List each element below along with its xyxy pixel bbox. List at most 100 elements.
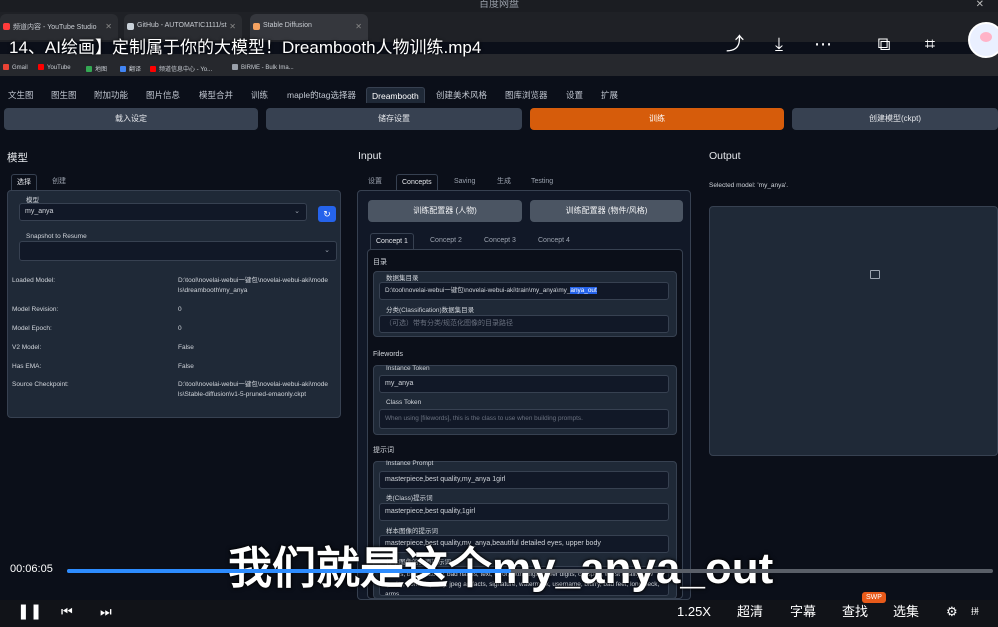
output-image-area bbox=[709, 206, 998, 456]
info-key-model-revision: Model Revision: bbox=[12, 306, 59, 313]
tab-extras[interactable]: 附加功能 bbox=[94, 87, 128, 103]
instance-prompt-label: Instance Prompt bbox=[386, 460, 434, 467]
class-dir-placeholder: （可选）带有分类/规范化图像的目录路径 bbox=[385, 320, 513, 327]
tab-create-aesthetic[interactable]: 创建美术风格 bbox=[436, 87, 487, 103]
tab-png-info[interactable]: 图片信息 bbox=[146, 87, 180, 103]
tab-select[interactable]: 选择 bbox=[11, 174, 37, 190]
bookmark-label: 频道信息中心 - Yo... bbox=[159, 67, 213, 73]
bookmark-channel-dashboard[interactable]: 频道信息中心 - Yo... bbox=[150, 64, 212, 73]
bookmark-gmail[interactable]: Gmail bbox=[3, 64, 28, 71]
window-title-text: 百度网盘 bbox=[479, 0, 519, 10]
class-token-input[interactable]: When using [filewords], this is the clas… bbox=[379, 409, 669, 429]
crop-icon[interactable]: ⌗ bbox=[919, 33, 941, 55]
bookmark-birme[interactable]: BIRME - Bulk Ima... bbox=[232, 64, 294, 71]
wizard-person-button[interactable]: 训练配置器 (人物) bbox=[368, 200, 522, 222]
class-dir-input[interactable]: （可选）带有分类/规范化图像的目录路径 bbox=[379, 315, 669, 333]
episodes-button[interactable]: 选集 bbox=[893, 600, 919, 624]
tab-image-browser[interactable]: 图库浏览器 bbox=[505, 87, 548, 103]
refresh-icon[interactable]: ↻ bbox=[318, 206, 336, 222]
info-key-loaded-model: Loaded Model: bbox=[12, 277, 56, 284]
bookmark-maps[interactable]: 地图 bbox=[86, 64, 107, 73]
info-value-has-ema: False bbox=[178, 363, 194, 370]
tab-close-icon[interactable]: ✕ bbox=[355, 22, 362, 31]
speed-button[interactable]: 1.25X bbox=[677, 600, 711, 624]
player-window-title: 百度网盘 ✕ bbox=[0, 0, 998, 12]
tab-concept-2[interactable]: Concept 2 bbox=[430, 233, 462, 249]
tab-img2img[interactable]: 图生图 bbox=[51, 87, 77, 103]
instance-token-label: Instance Token bbox=[386, 365, 430, 372]
class-dir-label: 分类(Classification)数据集目录 bbox=[386, 307, 475, 314]
train-button[interactable]: 训练 bbox=[530, 108, 784, 130]
load-settings-button[interactable]: 载入设定 bbox=[4, 108, 258, 130]
pause-icon[interactable]: ❚❚ bbox=[17, 600, 42, 624]
app-main-tabs: 文生图 图生图 附加功能 图片信息 模型合并 训练 maple的tag选择器 D… bbox=[0, 84, 998, 104]
instance-token-input[interactable]: my_anya bbox=[379, 375, 669, 393]
tab-tag-selector[interactable]: maple的tag选择器 bbox=[287, 87, 356, 103]
class-token-label: Class Token bbox=[386, 399, 422, 406]
tab-create[interactable]: 创建 bbox=[52, 174, 66, 190]
tab-concepts[interactable]: Concepts bbox=[396, 174, 438, 190]
output-status: Selected model: 'my_anya'. bbox=[709, 182, 789, 189]
output-panel-title: Output bbox=[709, 150, 741, 162]
more-icon[interactable]: ⋯ bbox=[812, 33, 834, 55]
birme-icon bbox=[232, 64, 238, 70]
tab-generate[interactable]: 生成 bbox=[497, 174, 511, 190]
settings-icon[interactable]: ⚙ bbox=[946, 600, 958, 624]
bookmark-label: YouTube bbox=[47, 65, 71, 71]
tab-input-settings[interactable]: 设置 bbox=[368, 174, 382, 190]
current-time: 00:06:05 bbox=[10, 563, 53, 575]
window-close-icon[interactable]: ✕ bbox=[976, 0, 984, 10]
tab-concept-4[interactable]: Concept 4 bbox=[538, 233, 570, 249]
avatar[interactable] bbox=[968, 22, 998, 58]
class-token-placeholder: When using [filewords], this is the clas… bbox=[385, 415, 583, 422]
info-value-loaded-model: D:\tool\novelai-webui一键包\novelai-webui-a… bbox=[178, 277, 328, 294]
info-value-source-checkpoint: D:\tool\novelai-webui一键包\novelai-webui-a… bbox=[178, 381, 328, 398]
browser-tab-label: GitHub - AUTOMATIC1111/st bbox=[137, 22, 227, 29]
instance-prompt-value: masterpiece,best quality,my_anya 1girl bbox=[385, 476, 506, 483]
tab-settings[interactable]: 设置 bbox=[566, 87, 583, 103]
info-key-has-ema: Has EMA: bbox=[12, 363, 42, 370]
directories-section-label: 目录 bbox=[373, 259, 387, 266]
tab-concept-1[interactable]: Concept 1 bbox=[370, 233, 414, 249]
model-dropdown[interactable]: my_anya ⌄ bbox=[19, 203, 307, 221]
dataset-dir-input[interactable]: D:\tool\novelai-webui一键包\novelai-webui-a… bbox=[379, 282, 669, 300]
download-icon[interactable]: ⤓ bbox=[768, 33, 790, 55]
youtube-studio-icon bbox=[3, 23, 10, 30]
bookmark-translate[interactable]: 翻译 bbox=[120, 64, 141, 73]
quality-button[interactable]: 超清 bbox=[737, 600, 763, 624]
progress-fill bbox=[67, 569, 512, 573]
share-icon[interactable]: ⤴ bbox=[724, 33, 746, 55]
tab-close-icon[interactable]: ✕ bbox=[105, 22, 112, 31]
instance-prompt-input[interactable]: masterpiece,best quality,my_anya 1girl bbox=[379, 471, 669, 489]
tab-testing[interactable]: Testing bbox=[531, 174, 553, 190]
save-settings-button[interactable]: 储存设置 bbox=[266, 108, 522, 130]
search-button[interactable]: 查找 bbox=[842, 600, 868, 624]
screen: 百度网盘 ✕ 频道内容 - YouTube Studio ✕ GitHub - AU… bbox=[0, 0, 998, 627]
bookmark-label: Gmail bbox=[12, 65, 28, 71]
tab-close-icon[interactable]: ✕ bbox=[229, 22, 236, 31]
maps-icon bbox=[86, 66, 92, 72]
tab-train[interactable]: 训练 bbox=[251, 87, 268, 103]
tab-txt2img[interactable]: 文生图 bbox=[8, 87, 34, 103]
tab-saving[interactable]: Saving bbox=[454, 174, 475, 190]
bookmark-youtube[interactable]: YouTube bbox=[38, 64, 71, 71]
create-model-button[interactable]: 创建模型(ckpt) bbox=[792, 108, 998, 130]
wizard-object-button[interactable]: 训练配置器 (物件/风格) bbox=[530, 200, 683, 222]
instance-token-value: my_anya bbox=[385, 380, 414, 387]
video-title: 14、AI绘画】定制属于你的大模型！Dreambooth人物训练.mp4 bbox=[9, 38, 482, 57]
snapshot-dropdown[interactable]: ⌄ bbox=[19, 241, 337, 261]
tab-extensions[interactable]: 扩展 bbox=[601, 87, 618, 103]
browser-tab-label: Stable Diffusion bbox=[263, 22, 312, 29]
class-prompt-input[interactable]: masterpiece,best quality,1girl bbox=[379, 503, 669, 521]
tab-concept-3[interactable]: Concept 3 bbox=[484, 233, 516, 249]
tab-dreambooth[interactable]: Dreambooth bbox=[366, 87, 425, 103]
next-icon[interactable]: ⏭ bbox=[100, 600, 112, 624]
tab-checkpoint-merger[interactable]: 模型合并 bbox=[199, 87, 233, 103]
browser-tab-label: 频道内容 - YouTube Studio bbox=[13, 24, 97, 31]
info-value-model-epoch: 0 bbox=[178, 325, 182, 332]
screenshot-icon[interactable]: ⧉ bbox=[873, 33, 895, 55]
github-icon bbox=[127, 23, 134, 30]
previous-icon[interactable]: ⏮ bbox=[61, 600, 73, 624]
captions-button[interactable]: 字幕 bbox=[790, 600, 816, 624]
image-placeholder-icon bbox=[870, 270, 880, 279]
